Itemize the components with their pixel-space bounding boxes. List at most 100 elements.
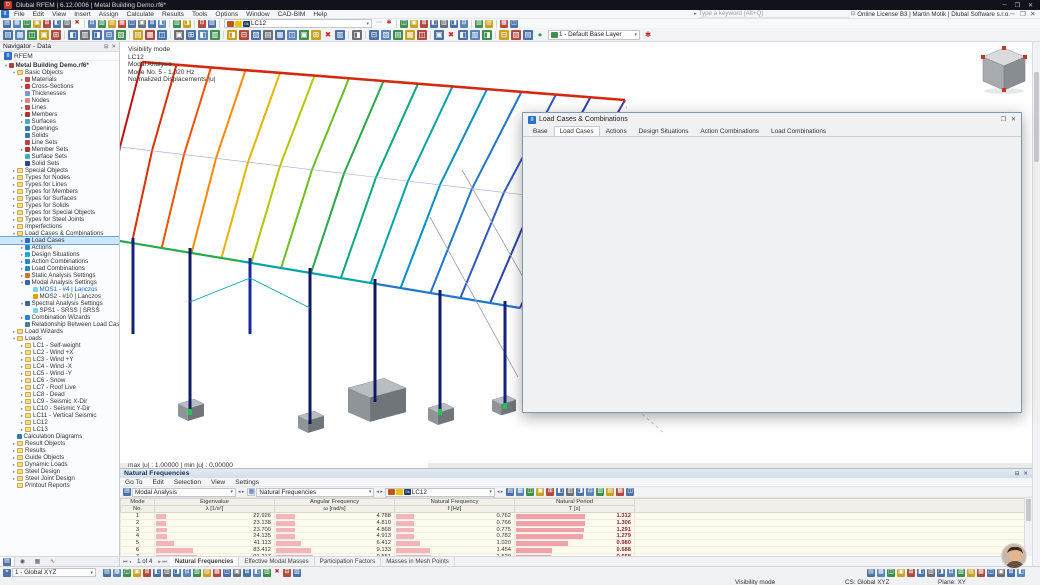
- window-icon[interactable]: ◨: [450, 19, 458, 28]
- circle-icon[interactable]: ⊞: [243, 568, 251, 577]
- aid1-icon[interactable]: ▦: [977, 568, 985, 577]
- tree-item[interactable]: ▸ Materials: [0, 76, 119, 83]
- freq-cell[interactable]: No.: [120, 505, 155, 513]
- filter2-icon[interactable]: ▤: [606, 488, 615, 496]
- tree-item[interactable]: ▸ Load Cases: [0, 236, 119, 245]
- prev-icon[interactable]: ◂ ▸: [238, 489, 244, 495]
- doc-close-button[interactable]: ✕: [1030, 10, 1040, 18]
- freq-cell[interactable]: 4.913: [274, 532, 395, 541]
- panel-title-bar[interactable]: Natural Frequencies ⊟ ✕: [120, 469, 1032, 478]
- first-page-icon[interactable]: ⏮ ◂: [120, 559, 134, 565]
- tree-item[interactable]: ▸ LC10 - Seismic Y-Dir: [0, 405, 119, 412]
- cad3-icon[interactable]: ◨: [173, 568, 181, 577]
- tree-item[interactable]: ▸ Types for Solids: [0, 202, 119, 209]
- tree-item[interactable]: Solids: [0, 132, 119, 139]
- tree-item[interactable]: Printout Reports: [0, 482, 119, 489]
- plane3-icon[interactable]: ▧: [957, 568, 965, 577]
- tree-item[interactable]: ▸ Special Objects: [0, 167, 119, 174]
- next-icon[interactable]: ◂ ▸: [376, 489, 382, 495]
- dialog-title-bar[interactable]: ≣ Load Cases & Combinations ❐ ✕: [523, 113, 1021, 126]
- tree-item[interactable]: ▸ Action Combinations: [0, 258, 119, 265]
- tree-item[interactable]: ▸ Results: [0, 447, 119, 454]
- new-table-icon[interactable]: ◨: [183, 19, 191, 28]
- loads-1-icon[interactable]: ▣: [174, 29, 184, 40]
- tree-item[interactable]: ▾ Loads: [0, 335, 119, 342]
- tree-icon[interactable]: ⊞: [546, 488, 555, 496]
- wire-icon[interactable]: ◫: [887, 568, 895, 577]
- tree-item[interactable]: MOS2 - #10 | Lanczos: [0, 293, 119, 300]
- layers-4-icon[interactable]: ▦: [405, 29, 415, 40]
- dialog-restore-icon[interactable]: ❐: [1001, 116, 1006, 123]
- pointer-icon[interactable]: ◧: [158, 19, 166, 28]
- freq-cell[interactable]: 83.412: [154, 546, 275, 554]
- tree-item[interactable]: ▸ Steel Design: [0, 468, 119, 475]
- tree-item[interactable]: ▸ Imperfections: [0, 223, 119, 230]
- navigation-cube[interactable]: [976, 44, 1032, 96]
- menu-tools[interactable]: Tools: [188, 11, 211, 18]
- tree-item[interactable]: SPS1 - SRSS | SRSS: [0, 307, 119, 314]
- tree-item[interactable]: ▸ Types for Steel Joints: [0, 216, 119, 223]
- layers-2-icon[interactable]: ▧: [381, 29, 391, 40]
- snap-icon[interactable]: ▤: [103, 568, 111, 577]
- aid3-icon[interactable]: ▣: [997, 568, 1005, 577]
- save-icon[interactable]: ▥: [566, 488, 575, 496]
- tree-item[interactable]: ▸ LC12: [0, 419, 119, 426]
- del-red-icon[interactable]: ✖: [273, 569, 281, 577]
- folder-icon[interactable]: ◨: [576, 488, 585, 496]
- line3-icon[interactable]: ▤: [967, 568, 975, 577]
- visibility-3-icon[interactable]: ▤: [523, 29, 533, 40]
- tree-item[interactable]: ▸ LC9 - Seismic X-Dir: [0, 398, 119, 405]
- tree-item[interactable]: Openings: [0, 125, 119, 132]
- plane2-icon[interactable]: ⊟: [947, 568, 955, 577]
- freq-cell[interactable]: [634, 498, 1024, 513]
- tab-base[interactable]: Base: [527, 126, 554, 136]
- close-button[interactable]: ✕: [1024, 2, 1037, 9]
- measure-icon[interactable]: ▥: [335, 29, 345, 40]
- freq-cell[interactable]: 1.291: [514, 526, 635, 534]
- numbering-2-icon[interactable]: ▥: [80, 29, 90, 40]
- rfem-menu-icon[interactable]: ≣: [1, 10, 9, 18]
- monitor-icon[interactable]: ◫: [128, 19, 136, 28]
- results-icon[interactable]: ▥: [210, 29, 220, 40]
- line1-icon[interactable]: ▤: [203, 568, 211, 577]
- search-input[interactable]: Type a keyword (Alt+Q): [698, 10, 849, 18]
- tree-item[interactable]: ▸ LC13: [0, 426, 119, 433]
- dimension-icon[interactable]: ▦: [145, 29, 155, 40]
- measure2-icon[interactable]: ⊟: [283, 568, 291, 577]
- freq-cell[interactable]: [634, 512, 1024, 520]
- panel-menu-view[interactable]: View: [206, 479, 230, 486]
- freq-cell[interactable]: 6.412: [274, 539, 395, 547]
- grid3-icon[interactable]: ⊞: [1007, 568, 1015, 577]
- isometric-icon[interactable]: ⊞: [420, 19, 428, 28]
- menu-file[interactable]: File: [10, 11, 29, 18]
- tree-item[interactable]: ▸ LC3 - Wind +Y: [0, 356, 119, 363]
- table-combo[interactable]: Natural Frequencies ▾: [256, 487, 375, 497]
- menu-options[interactable]: Options: [211, 11, 242, 18]
- connect-icon[interactable]: ▧: [208, 19, 216, 28]
- menu-view[interactable]: View: [48, 11, 70, 18]
- tab-action-combinations[interactable]: Action Combinations: [694, 126, 765, 136]
- panel-pin-icon[interactable]: ⊟: [1015, 471, 1020, 477]
- paste-icon[interactable]: ◧: [53, 19, 61, 28]
- navigator-tab-display[interactable]: ◉: [15, 557, 30, 566]
- visibility-2-icon[interactable]: ▧: [511, 29, 521, 40]
- trim2-icon[interactable]: ◧: [253, 568, 261, 577]
- tree-item[interactable]: ▸ Members: [0, 111, 119, 118]
- freq-cell[interactable]: 1.312: [514, 512, 635, 520]
- load-case-combo[interactable]: Gk LC12 ▾: [224, 19, 372, 28]
- link-icon[interactable]: ▦: [516, 488, 525, 496]
- pan-icon[interactable]: ▣: [39, 29, 49, 40]
- export-icon[interactable]: ▦: [500, 19, 508, 28]
- freq-cell[interactable]: Eigenvalue: [154, 498, 275, 506]
- last-page-icon[interactable]: ▸ ⏭: [155, 559, 169, 565]
- tree-item[interactable]: Solid Sets: [0, 160, 119, 167]
- freq-cell[interactable]: Natural Period: [514, 498, 635, 506]
- extend-icon[interactable]: ▣: [299, 29, 309, 40]
- status-green-icon[interactable]: ●: [535, 30, 545, 40]
- table-tab-effective-modal-masses[interactable]: Effective Modal Masses: [239, 557, 315, 566]
- tree-item[interactable]: ▸ LC7 - Roof Live: [0, 384, 119, 391]
- ext-icon[interactable]: ▥: [263, 568, 271, 577]
- tree-item[interactable]: ▸ LC4 - Wind -X: [0, 363, 119, 370]
- tree-item[interactable]: ▸ Combination Wizards: [0, 314, 119, 321]
- freq-cell[interactable]: 24.135: [154, 532, 275, 541]
